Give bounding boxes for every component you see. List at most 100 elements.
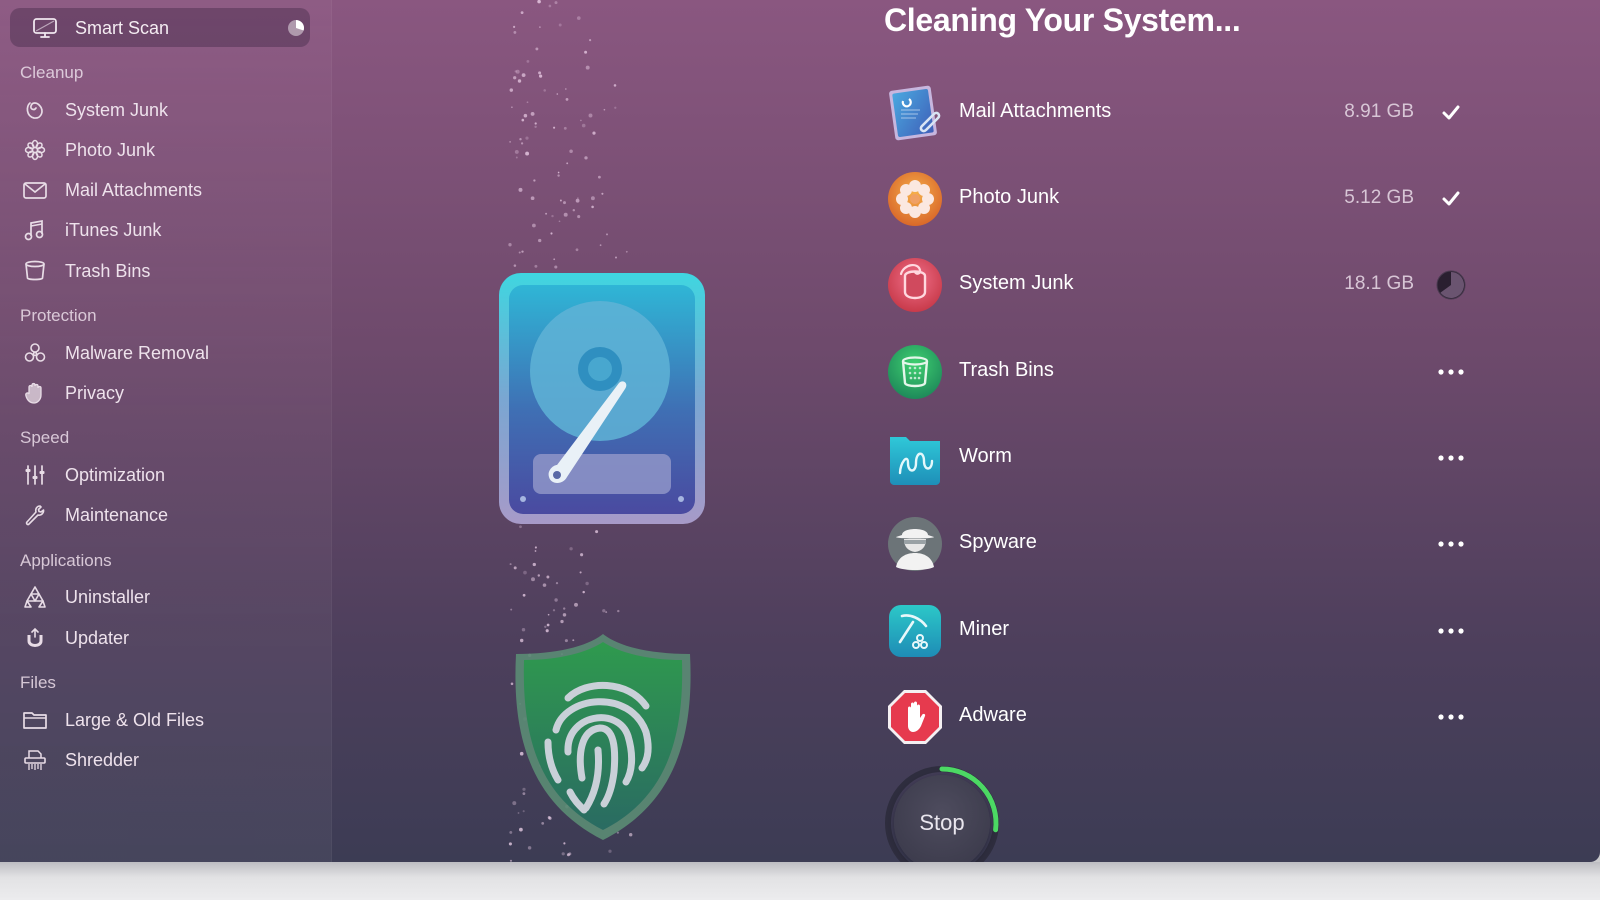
particle: [608, 849, 612, 853]
task-row-mail-attachments: Mail Attachments 8.91 GB: [884, 80, 1484, 146]
task-label: Miner: [959, 618, 1010, 640]
stop-button[interactable]: Stop: [894, 775, 990, 862]
particle: [534, 125, 537, 128]
particle: [554, 598, 558, 602]
particle: [552, 609, 556, 612]
monitor-icon: [33, 18, 57, 38]
particle: [513, 566, 517, 570]
particle: [545, 212, 548, 215]
sidebar-item-label: iTunes Junk: [65, 220, 162, 240]
particle: [539, 74, 543, 78]
particle: [566, 853, 570, 857]
task-label: Trash Bins: [959, 359, 1054, 381]
app-window: Smart Scan Cleanup System Junk Photo Jun…: [0, 0, 1600, 862]
particle: [538, 71, 542, 75]
desktop-background: [0, 862, 1600, 900]
particle: [537, 0, 541, 4]
particle: [521, 118, 525, 122]
particle: [508, 243, 512, 247]
sidebar-item-label: Privacy: [65, 383, 125, 403]
particle: [577, 197, 579, 199]
sliders-icon: [25, 465, 45, 485]
task-label: Mail Attachments: [959, 100, 1112, 122]
system-junk-icon: [888, 258, 942, 312]
sidebar-item-maintenance[interactable]: Maintenance: [20, 498, 310, 532]
particle: [530, 111, 535, 116]
sidebar-item-uninstaller[interactable]: Uninstaller: [20, 580, 310, 614]
trash-bin-icon: [25, 260, 45, 281]
biohazard-icon: [24, 343, 46, 362]
particle: [582, 590, 585, 594]
music-note-icon: [24, 219, 44, 241]
sidebar-item-large-old-files[interactable]: Large & Old Files: [20, 703, 310, 737]
trash-bins-icon: [888, 345, 942, 399]
particle: [514, 149, 519, 154]
task-label: Photo Junk: [959, 186, 1060, 208]
particle: [580, 553, 584, 557]
updater-icon: [27, 627, 43, 647]
particle: [574, 602, 578, 607]
particle: [539, 26, 541, 28]
particle: [509, 88, 514, 92]
sidebar-item-itunes-junk[interactable]: iTunes Junk: [20, 213, 310, 247]
miner-icon: [889, 605, 941, 657]
sidebar-item-mail-attachments[interactable]: Mail Attachments: [20, 173, 310, 207]
particle: [564, 88, 567, 90]
sidebar-item-label: Large & Old Files: [65, 710, 205, 730]
task-size: 18.1 GB: [1344, 273, 1414, 294]
particle: [602, 609, 606, 613]
sidebar-item-shredder[interactable]: Shredder: [20, 743, 310, 777]
task-row-adware: Adware: [884, 684, 1484, 750]
particle: [601, 192, 604, 195]
particle: [555, 582, 559, 585]
particle: [577, 215, 581, 219]
flower-icon: [24, 139, 46, 161]
particle: [557, 174, 560, 177]
particle: [625, 250, 628, 253]
particle: [527, 846, 532, 850]
more-dots-icon: [1436, 702, 1466, 732]
particle: [547, 613, 550, 616]
sidebar-item-photo-junk[interactable]: Photo Junk: [20, 133, 310, 167]
particle: [533, 179, 536, 182]
checkmark-icon: [1436, 98, 1466, 128]
particle: [542, 583, 547, 587]
sidebar-item-malware-removal[interactable]: Malware Removal: [20, 336, 310, 370]
particle: [585, 65, 590, 70]
sidebar-item-optimization[interactable]: Optimization: [20, 458, 310, 492]
particle: [534, 122, 537, 125]
task-row-miner: Miner: [884, 598, 1484, 664]
particle: [575, 198, 580, 203]
sidebar-item-system-junk[interactable]: System Junk: [20, 93, 310, 127]
particle: [532, 562, 536, 567]
hand-icon: [25, 382, 42, 404]
particle: [589, 39, 592, 42]
particle: [585, 581, 589, 586]
sidebar-item-updater[interactable]: Updater: [20, 621, 310, 655]
sidebar-item-label: Maintenance: [65, 505, 169, 525]
particle: [553, 126, 556, 129]
particle: [526, 59, 530, 63]
particle: [563, 842, 566, 845]
particle: [546, 623, 550, 627]
particle: [521, 250, 524, 253]
section-title-cleanup: Cleanup: [20, 63, 84, 82]
particle: [554, 265, 558, 269]
sidebar-item-smart-scan[interactable]: Smart Scan: [10, 8, 310, 47]
sidebar-item-trash-bins[interactable]: Trash Bins: [20, 254, 310, 288]
task-label: Spyware: [959, 531, 1037, 553]
sidebar-item-privacy[interactable]: Privacy: [20, 376, 310, 410]
particle: [508, 842, 512, 846]
envelope-icon: [23, 182, 47, 199]
spyware-icon: [888, 517, 942, 571]
sidebar-item-label: Trash Bins: [65, 261, 151, 281]
particle: [584, 156, 588, 160]
particle: [532, 223, 536, 228]
particle: [548, 4, 552, 8]
section-title-protection: Protection: [20, 306, 97, 325]
sidebar-item-label: System Junk: [65, 100, 169, 120]
particle: [605, 233, 609, 236]
particle: [525, 151, 530, 156]
particle: [515, 156, 518, 159]
more-dots-icon: [1436, 357, 1466, 387]
